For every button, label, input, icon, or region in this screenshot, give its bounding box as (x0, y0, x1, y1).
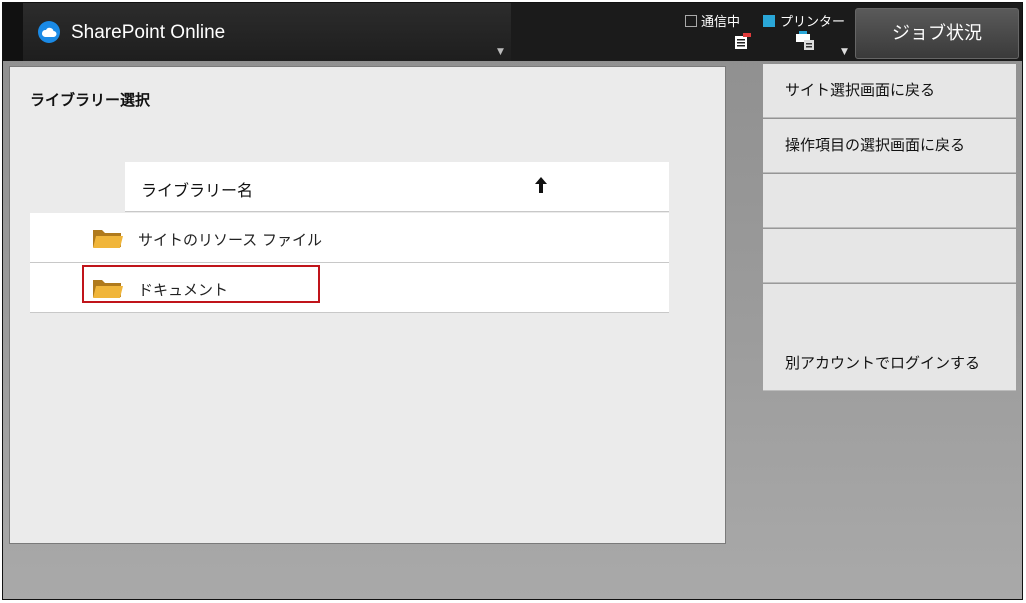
list-item[interactable]: サイトのリソース ファイル (30, 213, 669, 263)
app-title: SharePoint Online (71, 22, 226, 43)
empty-side-button-2 (763, 229, 1016, 283)
job-status-button[interactable]: ジョブ状況 (855, 8, 1019, 59)
chevron-down-icon[interactable]: ▼ (497, 47, 504, 57)
back-to-operation-selection-button[interactable]: 操作項目の選択画面に戻る (763, 119, 1016, 173)
list-item-label: サイトのリソース ファイル (138, 231, 323, 249)
status-area: 通信中 プリンター ▼ (683, 7, 853, 57)
fax-send-icon (733, 31, 753, 55)
sharepoint-cloud-icon (38, 21, 60, 43)
status-printer: プリンター (763, 11, 845, 30)
status-indicator-icon (685, 14, 697, 27)
page-title: ライブラリー選択 (30, 91, 151, 109)
folder-icon (92, 227, 124, 253)
empty-side-button-1 (763, 174, 1016, 228)
sort-ascending-icon[interactable] (534, 176, 548, 198)
back-to-site-selection-button[interactable]: サイト選択画面に戻る (763, 64, 1016, 118)
login-other-account-button[interactable]: 別アカウントでログインする (763, 337, 1016, 391)
library-selection-panel: ライブラリー選択 ライブラリー名 サイトのリソース ファイル ドキュメント (9, 66, 726, 544)
printer-icon (795, 31, 817, 55)
selection-highlight (82, 265, 320, 303)
column-header-library-name: ライブラリー名 (141, 181, 254, 200)
device-screen: SharePoint Online ▼ 通信中 プリンター ▼ ジョブ状況 ライ… (2, 2, 1023, 600)
status-communication-label: 通信中 (701, 15, 741, 30)
top-bar: SharePoint Online ▼ 通信中 プリンター ▼ ジョブ状況 (3, 3, 1022, 61)
printer-indicator-icon (763, 14, 775, 27)
list-item-selected[interactable]: ドキュメント (30, 263, 669, 313)
empty-side-button-3 (763, 284, 1016, 338)
chevron-down-icon[interactable]: ▼ (841, 47, 848, 57)
list-header[interactable]: ライブラリー名 (125, 162, 669, 212)
status-communication: 通信中 (685, 11, 740, 30)
top-bar-edge (3, 3, 23, 61)
status-printer-label: プリンター (780, 15, 846, 30)
